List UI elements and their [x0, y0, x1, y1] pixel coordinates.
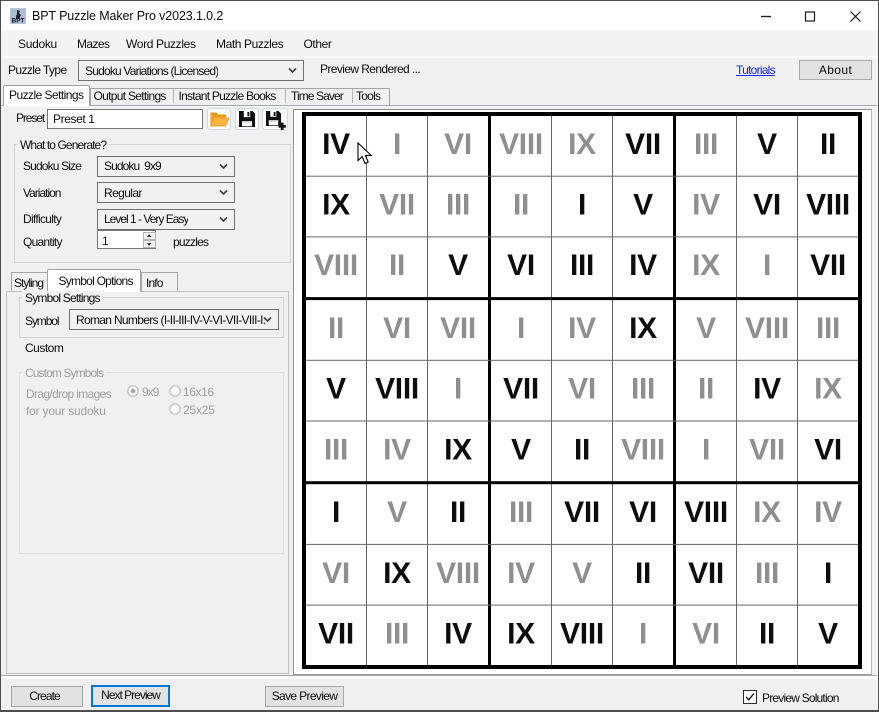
svg-text:VII: VII [379, 189, 415, 222]
svg-text:I: I [578, 189, 586, 222]
svg-text:III: III [446, 189, 470, 222]
svg-text:III: III [509, 496, 533, 529]
svg-text:VI: VI [692, 618, 720, 651]
svg-text:V: V [572, 557, 592, 590]
svg-text:VI: VI [383, 312, 411, 345]
svg-text:IX: IX [568, 128, 596, 161]
svg-text:II: II [328, 312, 344, 345]
svg-text:III: III [816, 312, 840, 345]
svg-text:IX: IX [692, 249, 720, 282]
svg-text:II: II [759, 618, 775, 651]
svg-text:V: V [511, 433, 531, 466]
svg-text:IX: IX [629, 312, 657, 345]
svg-text:V: V [818, 618, 838, 651]
svg-text:II: II [635, 557, 651, 590]
svg-text:IV: IV [692, 189, 720, 222]
svg-text:IX: IX [383, 557, 411, 590]
svg-text:IV: IV [383, 433, 411, 466]
svg-text:VI: VI [629, 496, 657, 529]
svg-text:II: II [820, 128, 836, 161]
svg-text:IX: IX [507, 618, 535, 651]
svg-text:VII: VII [749, 433, 785, 466]
svg-text:IV: IV [507, 557, 535, 590]
svg-text:IV: IV [322, 128, 350, 161]
svg-text:II: II [450, 496, 466, 529]
svg-text:VIII: VIII [499, 128, 543, 161]
svg-text:II: II [513, 189, 529, 222]
svg-text:VII: VII [564, 496, 600, 529]
svg-text:I: I [702, 433, 710, 466]
svg-text:I: I [824, 557, 832, 590]
svg-text:VII: VII [688, 557, 724, 590]
svg-text:V: V [633, 189, 653, 222]
svg-text:VIII: VIII [621, 433, 665, 466]
svg-text:VII: VII [625, 128, 661, 161]
svg-text:VII: VII [810, 249, 846, 282]
svg-text:BPT: BPT [12, 18, 25, 25]
svg-text:I: I [517, 312, 525, 345]
svg-text:IV: IV [444, 618, 472, 651]
svg-text:IV: IV [753, 373, 781, 406]
svg-text:IX: IX [322, 189, 350, 222]
svg-text:I: I [332, 496, 340, 529]
svg-text:IV: IV [629, 249, 657, 282]
svg-text:VII: VII [318, 618, 354, 651]
svg-text:I: I [639, 618, 647, 651]
svg-text:VII: VII [503, 373, 539, 406]
svg-text:VIII: VIII [436, 557, 480, 590]
svg-text:VI: VI [507, 249, 535, 282]
svg-text:V: V [448, 249, 468, 282]
svg-text:IV: IV [814, 496, 842, 529]
svg-text:III: III [694, 128, 718, 161]
svg-text:VIII: VIII [684, 496, 728, 529]
svg-text:IV: IV [568, 312, 596, 345]
svg-text:VIII: VIII [314, 249, 358, 282]
svg-text:VI: VI [322, 557, 350, 590]
svg-text:VIII: VIII [560, 618, 604, 651]
svg-text:VIII: VIII [806, 189, 850, 222]
svg-text:III: III [755, 557, 779, 590]
svg-text:II: II [698, 373, 714, 406]
svg-text:I: I [393, 128, 401, 161]
svg-text:V: V [326, 373, 346, 406]
svg-text:V: V [696, 312, 716, 345]
svg-text:III: III [570, 249, 594, 282]
svg-text:IX: IX [753, 496, 781, 529]
svg-text:IX: IX [444, 433, 472, 466]
svg-text:III: III [324, 433, 348, 466]
svg-text:VII: VII [440, 312, 476, 345]
svg-text:V: V [757, 128, 777, 161]
svg-text:VI: VI [568, 373, 596, 406]
svg-text:IX: IX [814, 373, 842, 406]
svg-text:I: I [763, 249, 771, 282]
svg-text:III: III [631, 373, 655, 406]
svg-text:VIII: VIII [375, 373, 419, 406]
svg-text:V: V [387, 496, 407, 529]
svg-text:VI: VI [753, 189, 781, 222]
svg-text:VI: VI [444, 128, 472, 161]
svg-text:VIII: VIII [745, 312, 789, 345]
svg-text:II: II [574, 433, 590, 466]
svg-text:II: II [389, 249, 405, 282]
svg-text:VI: VI [814, 433, 842, 466]
svg-text:I: I [454, 373, 462, 406]
svg-text:III: III [385, 618, 409, 651]
